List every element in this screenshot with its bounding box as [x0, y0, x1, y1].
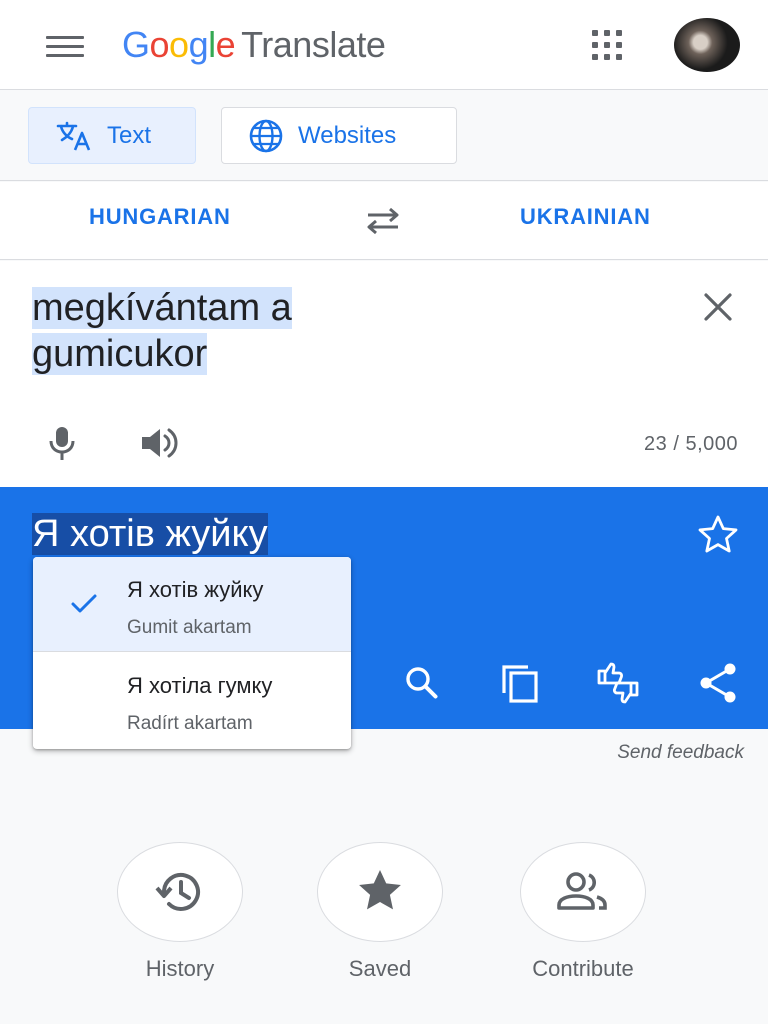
tab-text[interactable]: Text: [28, 107, 196, 164]
alternative-back-translation: Gumit akartam: [127, 617, 252, 638]
alternative-option[interactable]: Я хотіла гумку Radírt akartam: [33, 653, 351, 748]
contribute-circle: [520, 842, 646, 942]
people-icon: [557, 872, 607, 910]
tab-websites[interactable]: Websites: [221, 107, 457, 164]
alternative-translations-menu: Я хотів жуйку Gumit akartam Я хотіла гум…: [33, 557, 351, 749]
saved-button[interactable]: Saved: [315, 842, 445, 982]
alternative-option[interactable]: Я хотів жуйку Gumit akartam: [33, 557, 351, 652]
history-icon: [155, 872, 200, 911]
close-icon[interactable]: [696, 285, 740, 329]
history-button[interactable]: History: [115, 842, 245, 982]
swap-arrows-icon[interactable]: [360, 200, 406, 242]
logo-letter: G: [122, 24, 150, 65]
app-header: Google Translate: [0, 0, 768, 90]
history-circle: [117, 842, 243, 942]
search-icon[interactable]: [398, 659, 446, 707]
logo-letter: o: [169, 24, 189, 65]
menu-icon[interactable]: [40, 28, 90, 64]
apps-grid-icon[interactable]: [588, 27, 628, 63]
contribute-label: Contribute: [532, 956, 634, 981]
copy-icon[interactable]: [496, 659, 544, 707]
logo-letter: l: [208, 24, 216, 65]
logo-letter: g: [188, 24, 209, 65]
language-bar: HUNGARIAN UKRAINIAN: [0, 182, 768, 260]
contribute-button[interactable]: Contribute: [518, 842, 648, 982]
history-label: History: [145, 956, 215, 981]
tab-text-label: Text: [107, 121, 152, 149]
mode-tabs: Text Websites: [0, 91, 768, 181]
tab-websites-label: Websites: [298, 121, 397, 149]
share-icon[interactable]: [694, 659, 742, 707]
translation-text[interactable]: Я хотів жуйку: [32, 511, 268, 557]
source-language-button[interactable]: HUNGARIAN: [89, 204, 231, 230]
star-icon: [359, 870, 401, 910]
account-avatar[interactable]: [674, 18, 740, 72]
source-text-line: megkívántam a: [32, 287, 292, 329]
alternative-back-translation: Radírt akartam: [127, 713, 253, 734]
product-name: Translate: [241, 24, 386, 65]
character-count: 23 / 5,000: [644, 433, 738, 455]
logo-letter: e: [215, 24, 236, 65]
alternative-text: Я хотіла гумку: [127, 673, 273, 698]
globe-icon: [249, 119, 283, 152]
send-feedback-link[interactable]: Send feedback: [617, 742, 744, 764]
microphone-icon[interactable]: [40, 421, 84, 465]
alternative-text: Я хотів жуйку: [127, 577, 264, 602]
source-text-line: gumicukor: [32, 333, 208, 375]
target-language-button[interactable]: UKRAINIAN: [520, 204, 651, 230]
translate-page: GoogleTranslate Text Websites HUNGARIAN: [0, 0, 768, 1024]
check-icon: [71, 594, 97, 613]
saved-circle: [317, 842, 443, 942]
star-outline-icon[interactable]: [694, 511, 742, 559]
source-input-area[interactable]: megkívántam a gumicukor 23 / 5,000: [0, 261, 768, 487]
translation-text-content: Я хотів жуйку: [32, 513, 268, 555]
rate-translation-icon[interactable]: [594, 659, 642, 707]
source-text[interactable]: megkívántam a gumicukor: [32, 285, 652, 377]
google-translate-logo[interactable]: Google Translate: [122, 24, 386, 66]
translate-icon: [56, 121, 91, 150]
logo-letter: o: [149, 24, 170, 65]
speaker-icon[interactable]: [136, 421, 184, 465]
saved-label: Saved: [348, 956, 412, 981]
